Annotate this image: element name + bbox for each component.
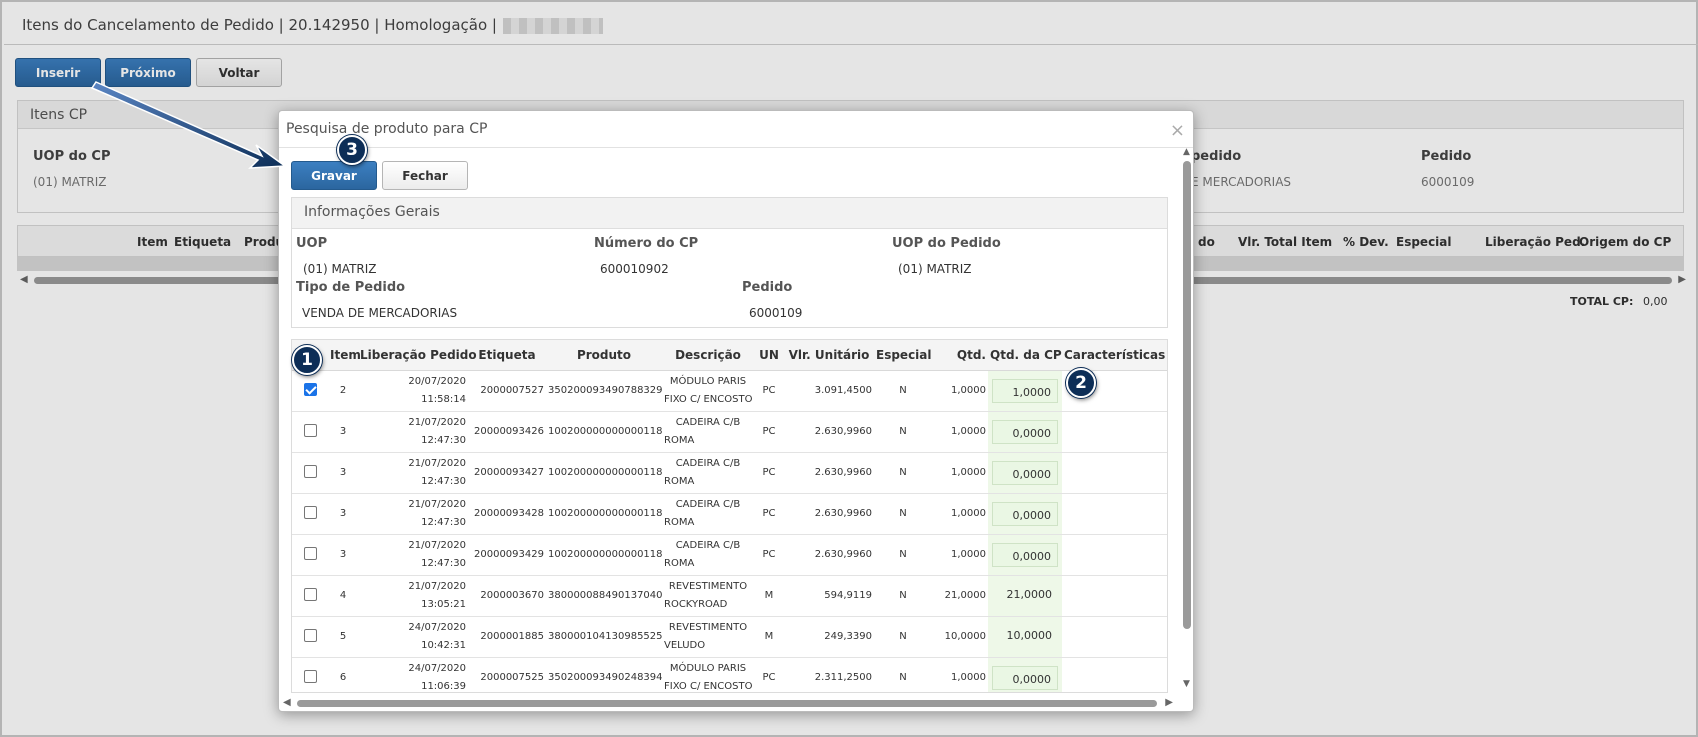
step-marker-3: 3 [337,135,367,165]
step-marker-1: 1 [292,345,322,375]
annotation-arrow-icon [90,81,288,169]
step-marker-2: 2 [1066,368,1096,398]
